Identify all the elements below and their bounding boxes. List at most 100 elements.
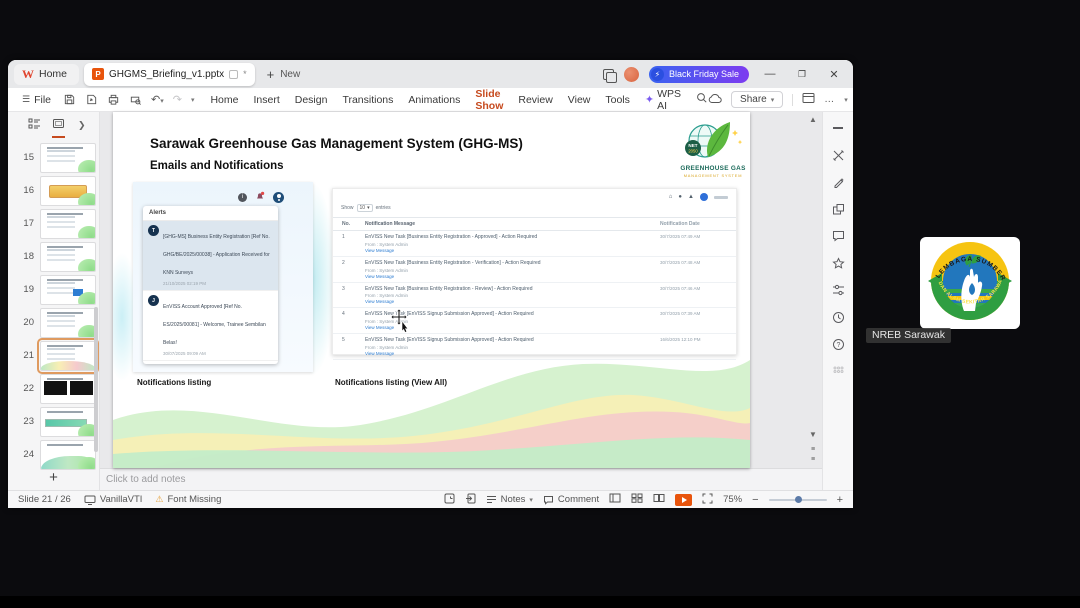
add-slide-button[interactable]: + (8, 469, 99, 486)
ribbon-layout-icon[interactable] (802, 92, 815, 107)
alert-text: [GHG-MS] Business Entity Registration [R… (163, 234, 270, 276)
thumbnail-slide-22[interactable]: 22 (8, 372, 99, 405)
window-close-button[interactable]: ✕ (823, 68, 845, 81)
scroll-up-icon[interactable]: ▲ (807, 115, 819, 124)
bell-icon (255, 188, 265, 206)
font-missing-warning[interactable]: ⚠ Font Missing (155, 494, 221, 505)
redo-button[interactable]: ↷ (173, 93, 182, 106)
theme-indicator[interactable]: VanillaVTI (84, 494, 142, 505)
titlebar: W Home P GHGMS_Briefing_v1.pptx * + New … (8, 60, 853, 88)
menu-animations[interactable]: Animations (408, 94, 460, 106)
share-button[interactable]: Share ▾ (731, 91, 784, 108)
slide-canvas[interactable]: Sarawak Greenhouse Gas Management System… (113, 112, 750, 468)
zoom-slider-knob[interactable] (794, 496, 802, 503)
slide-sorter-icon[interactable] (631, 493, 643, 506)
output-icon[interactable] (85, 93, 98, 106)
menu-home[interactable]: Home (210, 94, 238, 106)
fit-slide-icon[interactable] (702, 493, 713, 507)
tab-home[interactable]: W Home (14, 63, 80, 85)
cloud-sync-icon[interactable] (708, 93, 722, 107)
wps-logo-icon: W (22, 67, 34, 81)
table-row[interactable]: 2 EnVISS New Task [Business Entity Regis… (333, 257, 736, 283)
slideshow-play-button[interactable] (675, 493, 693, 506)
zoom-out-button[interactable]: − (752, 494, 758, 506)
view-message-link[interactable]: View Message (365, 299, 654, 304)
account-avatar[interactable] (623, 66, 639, 82)
thumbnail-slide-23[interactable]: 23 (8, 405, 99, 438)
menu-tools[interactable]: Tools (605, 94, 630, 106)
outline-view-icon[interactable] (28, 116, 41, 134)
undo-button[interactable]: ↶▾ (151, 93, 164, 106)
comment-toggle[interactable]: Comment (543, 494, 599, 505)
menubar: ☰ File ↶▾ ↷ ▾ Home Insert Design Transit… (8, 88, 853, 118)
menu-slide-show[interactable]: Slide Show (475, 88, 504, 118)
shapes-icon[interactable] (831, 202, 845, 216)
presentation-file-icon: P (92, 68, 105, 80)
search-icon[interactable] (696, 92, 708, 107)
menu-insert[interactable]: Insert (253, 94, 279, 106)
window-minimize-button[interactable]: — (759, 68, 781, 80)
thumbnail-scrollbar[interactable] (94, 307, 98, 452)
thumbnail-slide-19[interactable]: 19 (8, 273, 99, 306)
menu-view[interactable]: View (568, 94, 591, 106)
notes-input[interactable]: Click to add notes (100, 468, 822, 490)
zoom-in-button[interactable]: + (837, 494, 843, 506)
notes-toggle[interactable]: Notes ▾ (486, 494, 533, 505)
next-slide-button[interactable]: ≡ (807, 456, 819, 464)
thumbnail-slide-21-selected[interactable]: 21 (8, 337, 99, 374)
file-menu[interactable]: ☰ File (22, 94, 51, 106)
document-title: GHGMS_Briefing_v1.pptx (109, 68, 225, 80)
plus-icon: + (266, 66, 275, 82)
table-row[interactable]: 3 EnVISS New Task [Business Entity Regis… (333, 283, 736, 309)
new-tab-button[interactable]: + New (267, 67, 301, 82)
pane-icon[interactable] (444, 493, 455, 507)
zoom-slider[interactable] (768, 496, 827, 503)
menu-transitions[interactable]: Transitions (342, 94, 393, 106)
collapse-ribbon-icon[interactable]: ▾ (844, 96, 848, 104)
slide-scrollbar[interactable]: ▲ ▼ ≡ ≡ (807, 112, 819, 468)
move-pane-icon[interactable] (465, 493, 476, 507)
tab-document[interactable]: P GHGMS_Briefing_v1.pptx * (84, 62, 255, 86)
thumbnail-slide-20[interactable]: 20 (8, 306, 99, 339)
zoom-level[interactable]: 75% (723, 494, 742, 505)
collapse-pane-icon[interactable] (831, 121, 845, 135)
more-options-button[interactable]: … (824, 94, 835, 105)
print-preview-icon[interactable] (129, 93, 142, 106)
apps-grid-icon[interactable] (831, 364, 845, 378)
smart-format-icon[interactable] (831, 175, 845, 189)
thumbnail-slide-17[interactable]: 17 (8, 207, 99, 240)
thumbnail-slide-18[interactable]: 18 (8, 240, 99, 273)
profile-avatar-icon (273, 191, 284, 203)
effects-star-icon[interactable] (831, 256, 845, 270)
thumbnail-slide-24[interactable]: 24 (8, 438, 99, 471)
normal-view-icon[interactable] (609, 493, 621, 506)
window-maximize-button[interactable]: ❐ (791, 69, 813, 80)
design-tools-icon[interactable] (831, 148, 845, 162)
column-no: No. (342, 221, 351, 227)
thumbnail-view-icon[interactable] (52, 116, 65, 138)
page-size-select[interactable]: 10 ▾ (356, 204, 373, 212)
previous-slide-button[interactable]: ≡ (807, 446, 819, 454)
print-icon[interactable] (107, 93, 120, 106)
collapse-panel-icon[interactable]: ❯ (78, 120, 86, 131)
menu-wps-ai[interactable]: ✦ WPS AI (645, 88, 681, 112)
table-row[interactable]: 1 EnVISS New Task [Business Entity Regis… (333, 231, 736, 257)
svg-text:2050: 2050 (688, 149, 698, 154)
save-icon[interactable] (63, 93, 76, 106)
view-message-link[interactable]: View Message (365, 274, 654, 279)
menu-design[interactable]: Design (295, 94, 328, 106)
thumbnail-slide-15[interactable]: 15 (8, 141, 99, 174)
black-friday-sale-button[interactable]: ⚡ Black Friday Sale (648, 65, 749, 83)
help-icon[interactable]: ? (831, 337, 845, 351)
menu-review[interactable]: Review (518, 94, 552, 106)
reading-view-icon[interactable] (653, 493, 665, 506)
history-clock-icon[interactable] (831, 310, 845, 324)
scroll-down-icon[interactable]: ▼ (807, 430, 819, 439)
thumbnail-slide-16[interactable]: 16 (8, 174, 99, 207)
multi-window-icon[interactable] (602, 68, 617, 83)
settings-sliders-icon[interactable] (831, 283, 845, 297)
view-message-link[interactable]: View Message (365, 248, 654, 253)
comment-panel-icon[interactable] (831, 229, 845, 243)
qat-more-caret[interactable]: ▾ (191, 96, 195, 104)
alert-item[interactable]: T [GHG-MS] Business Entity Registration … (143, 221, 278, 290)
